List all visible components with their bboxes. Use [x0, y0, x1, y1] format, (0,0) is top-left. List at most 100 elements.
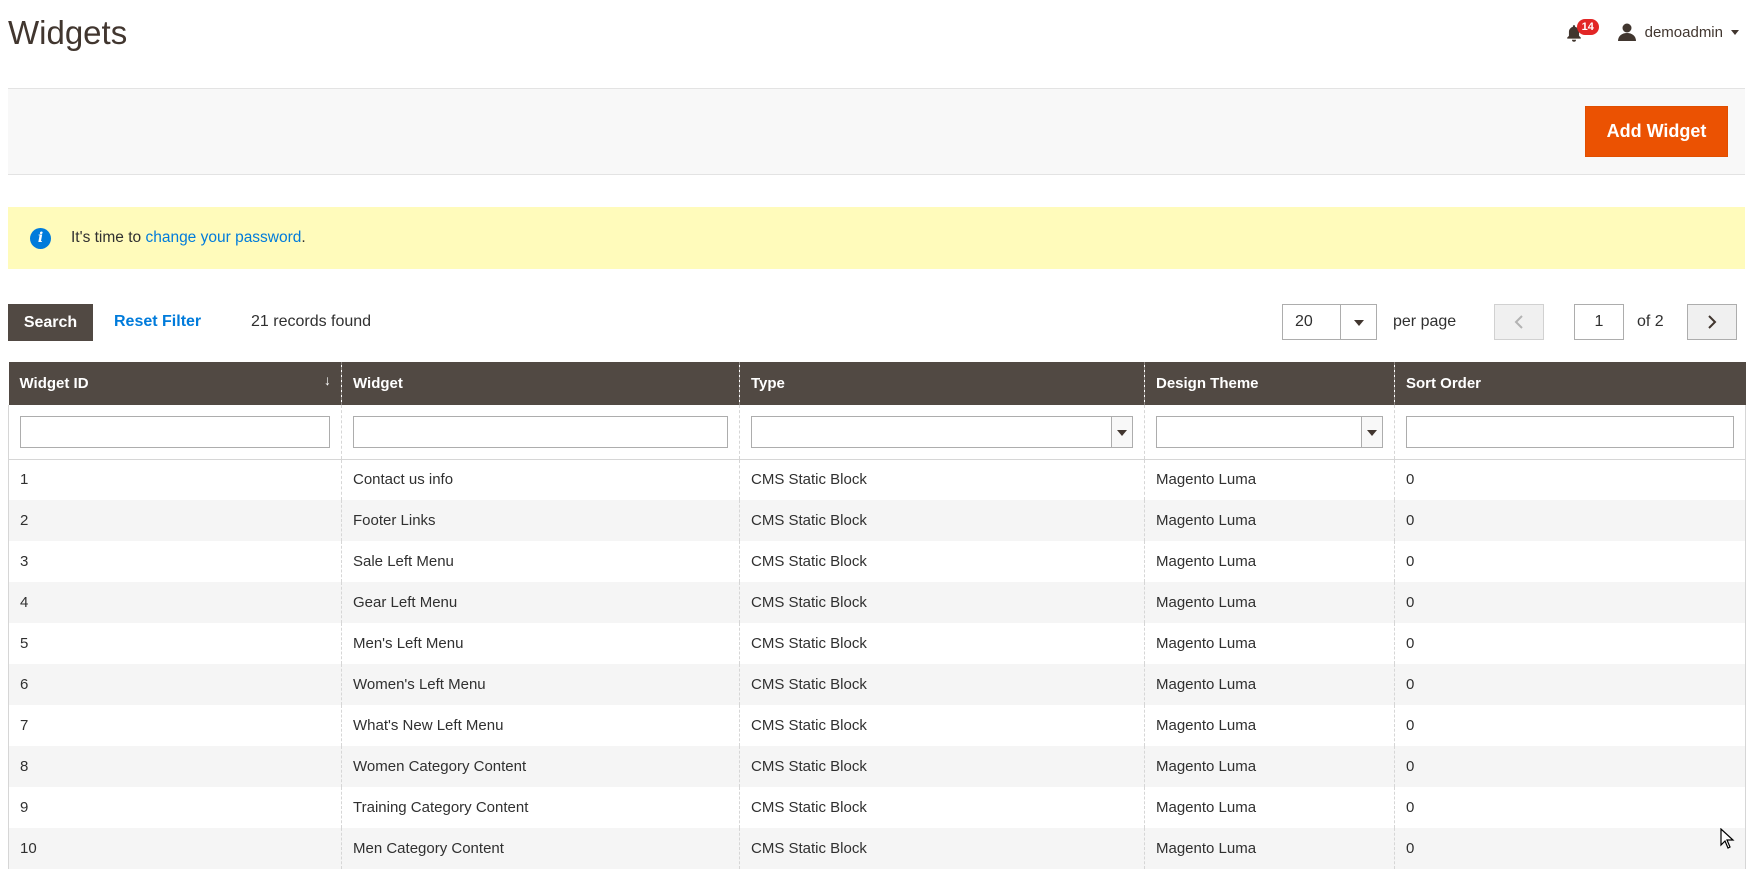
- table-row[interactable]: 8 Women Category Content CMS Static Block M…: [8, 746, 1746, 787]
- reset-filter-link[interactable]: Reset Filter: [114, 313, 201, 331]
- column-header-type[interactable]: Type: [739, 362, 1145, 405]
- cell-widget-id: 6: [8, 664, 342, 705]
- table-row[interactable]: 5 Men's Left Menu CMS Static Block Magento …: [8, 623, 1746, 664]
- design-theme-filter-select[interactable]: [1156, 415, 1383, 448]
- cell-design-theme: Magento Luma: [1144, 623, 1395, 664]
- cell-widget-id: 2: [8, 500, 342, 541]
- cell-type: CMS Static Block: [739, 623, 1145, 664]
- cell-sort-order: 0: [1394, 459, 1746, 500]
- per-page-select[interactable]: 20: [1282, 304, 1377, 340]
- filter-cell: [1144, 405, 1395, 460]
- cell-widget: Men Category Content: [341, 828, 740, 869]
- cell-widget: Sale Left Menu: [341, 541, 740, 582]
- chevron-right-icon: [1708, 315, 1717, 329]
- filter-cell: [341, 405, 740, 460]
- page-title: Widgets: [8, 14, 128, 51]
- cell-widget-id: 3: [8, 541, 342, 582]
- search-button[interactable]: Search: [8, 304, 93, 341]
- cell-type: CMS Static Block: [739, 705, 1145, 746]
- cell-widget: Men's Left Menu: [341, 623, 740, 664]
- page-total: of 2: [1637, 313, 1664, 330]
- column-header-widget[interactable]: Widget: [341, 362, 740, 405]
- grid-body: 1 Contact us info CMS Static Block Magento …: [8, 459, 1746, 869]
- table-row[interactable]: 3 Sale Left Menu CMS Static Block Magento L…: [8, 541, 1746, 582]
- page-actions-bar: Add Widget: [8, 88, 1745, 175]
- notifications-button[interactable]: 14: [1563, 18, 1599, 46]
- widgets-grid: Widget ID ↓ Widget Type Design Theme Sor…: [8, 362, 1746, 869]
- message-prefix: It's time to: [71, 229, 146, 246]
- widget-filter-input[interactable]: [353, 415, 728, 448]
- cell-widget: Gear Left Menu: [341, 582, 740, 623]
- filter-cell: [8, 405, 342, 460]
- cell-widget-id: 8: [8, 746, 342, 787]
- cell-widget-id: 5: [8, 623, 342, 664]
- add-widget-button[interactable]: Add Widget: [1585, 106, 1728, 157]
- notification-count-badge: 14: [1576, 19, 1599, 35]
- cell-widget: Contact us info: [341, 459, 740, 500]
- cell-widget: Footer Links: [341, 500, 740, 541]
- table-row[interactable]: 1 Contact us info CMS Static Block Magento …: [8, 459, 1746, 500]
- cell-type: CMS Static Block: [739, 582, 1145, 623]
- cell-type: CMS Static Block: [739, 459, 1145, 500]
- cell-widget: Women Category Content: [341, 746, 740, 787]
- per-page-value: 20: [1295, 313, 1313, 330]
- chevron-down-icon[interactable]: [1340, 305, 1376, 339]
- cell-design-theme: Magento Luma: [1144, 500, 1395, 541]
- table-row[interactable]: 6 Women's Left Menu CMS Static Block Magent…: [8, 664, 1746, 705]
- cell-sort-order: 0: [1394, 705, 1746, 746]
- sort-down-icon: ↓: [324, 372, 331, 388]
- table-row[interactable]: 2 Footer Links CMS Static Block Magento Lum…: [8, 500, 1746, 541]
- table-row[interactable]: 9 Training Category Content CMS Static Blo…: [8, 787, 1746, 828]
- cell-sort-order: 0: [1394, 664, 1746, 705]
- cell-widget-id: 7: [8, 705, 342, 746]
- cell-sort-order: 0: [1394, 500, 1746, 541]
- previous-page-button[interactable]: [1494, 304, 1544, 340]
- cell-design-theme: Magento Luma: [1144, 582, 1395, 623]
- column-header-design-theme[interactable]: Design Theme: [1144, 362, 1395, 405]
- system-message: i It's time to change your password .: [8, 207, 1745, 269]
- cell-sort-order: 0: [1394, 582, 1746, 623]
- cell-sort-order: 0: [1394, 787, 1746, 828]
- cell-design-theme: Magento Luma: [1144, 746, 1395, 787]
- message-suffix: .: [301, 229, 306, 246]
- column-header-sort-order[interactable]: Sort Order: [1394, 362, 1746, 405]
- filter-row: [8, 405, 1746, 460]
- user-icon: [1617, 23, 1636, 41]
- grid-header-row: Widget ID ↓ Widget Type Design Theme Sor…: [8, 362, 1746, 405]
- grid-toolbar: Search Reset Filter 21 records found 20 …: [8, 304, 1745, 342]
- table-row[interactable]: 4 Gear Left Menu CMS Static Block Magento L…: [8, 582, 1746, 623]
- cell-type: CMS Static Block: [739, 787, 1145, 828]
- sort-order-filter-input[interactable]: [1406, 415, 1734, 448]
- cell-widget-id: 9: [8, 787, 342, 828]
- chevron-left-icon: [1514, 315, 1523, 329]
- cell-type: CMS Static Block: [739, 828, 1145, 869]
- column-header-widget-id[interactable]: Widget ID ↓: [8, 362, 342, 405]
- per-page-label: per page: [1393, 313, 1457, 330]
- header-actions: 14 demoadmin: [1563, 18, 1739, 46]
- cell-design-theme: Magento Luma: [1144, 787, 1395, 828]
- user-menu[interactable]: demoadmin: [1617, 22, 1739, 42]
- filter-cell: [739, 405, 1145, 460]
- chevron-down-icon: [1731, 29, 1739, 35]
- cell-sort-order: 0: [1394, 746, 1746, 787]
- username: demoadmin: [1644, 23, 1723, 41]
- filter-cell: [1394, 405, 1746, 460]
- cell-design-theme: Magento Luma: [1144, 459, 1395, 500]
- cell-type: CMS Static Block: [739, 746, 1145, 787]
- cell-widget-id: 1: [8, 459, 342, 500]
- cell-type: CMS Static Block: [739, 500, 1145, 541]
- cell-widget: Women's Left Menu: [341, 664, 740, 705]
- cell-sort-order: 0: [1394, 623, 1746, 664]
- cell-widget: Training Category Content: [341, 787, 740, 828]
- type-filter-select[interactable]: [751, 415, 1133, 448]
- page-number-input[interactable]: 1: [1574, 304, 1624, 340]
- next-page-button[interactable]: [1687, 304, 1737, 340]
- widget-id-filter-input[interactable]: [20, 415, 330, 448]
- cell-widget-id: 10: [8, 828, 342, 869]
- table-row[interactable]: 7 What's New Left Menu CMS Static Block Mag…: [8, 705, 1746, 746]
- info-icon: i: [30, 227, 51, 249]
- cell-type: CMS Static Block: [739, 541, 1145, 582]
- change-password-link[interactable]: change your password: [145, 229, 301, 247]
- table-row[interactable]: 10 Men Category Content CMS Static Block Ma…: [8, 828, 1746, 869]
- cell-sort-order: 0: [1394, 828, 1746, 869]
